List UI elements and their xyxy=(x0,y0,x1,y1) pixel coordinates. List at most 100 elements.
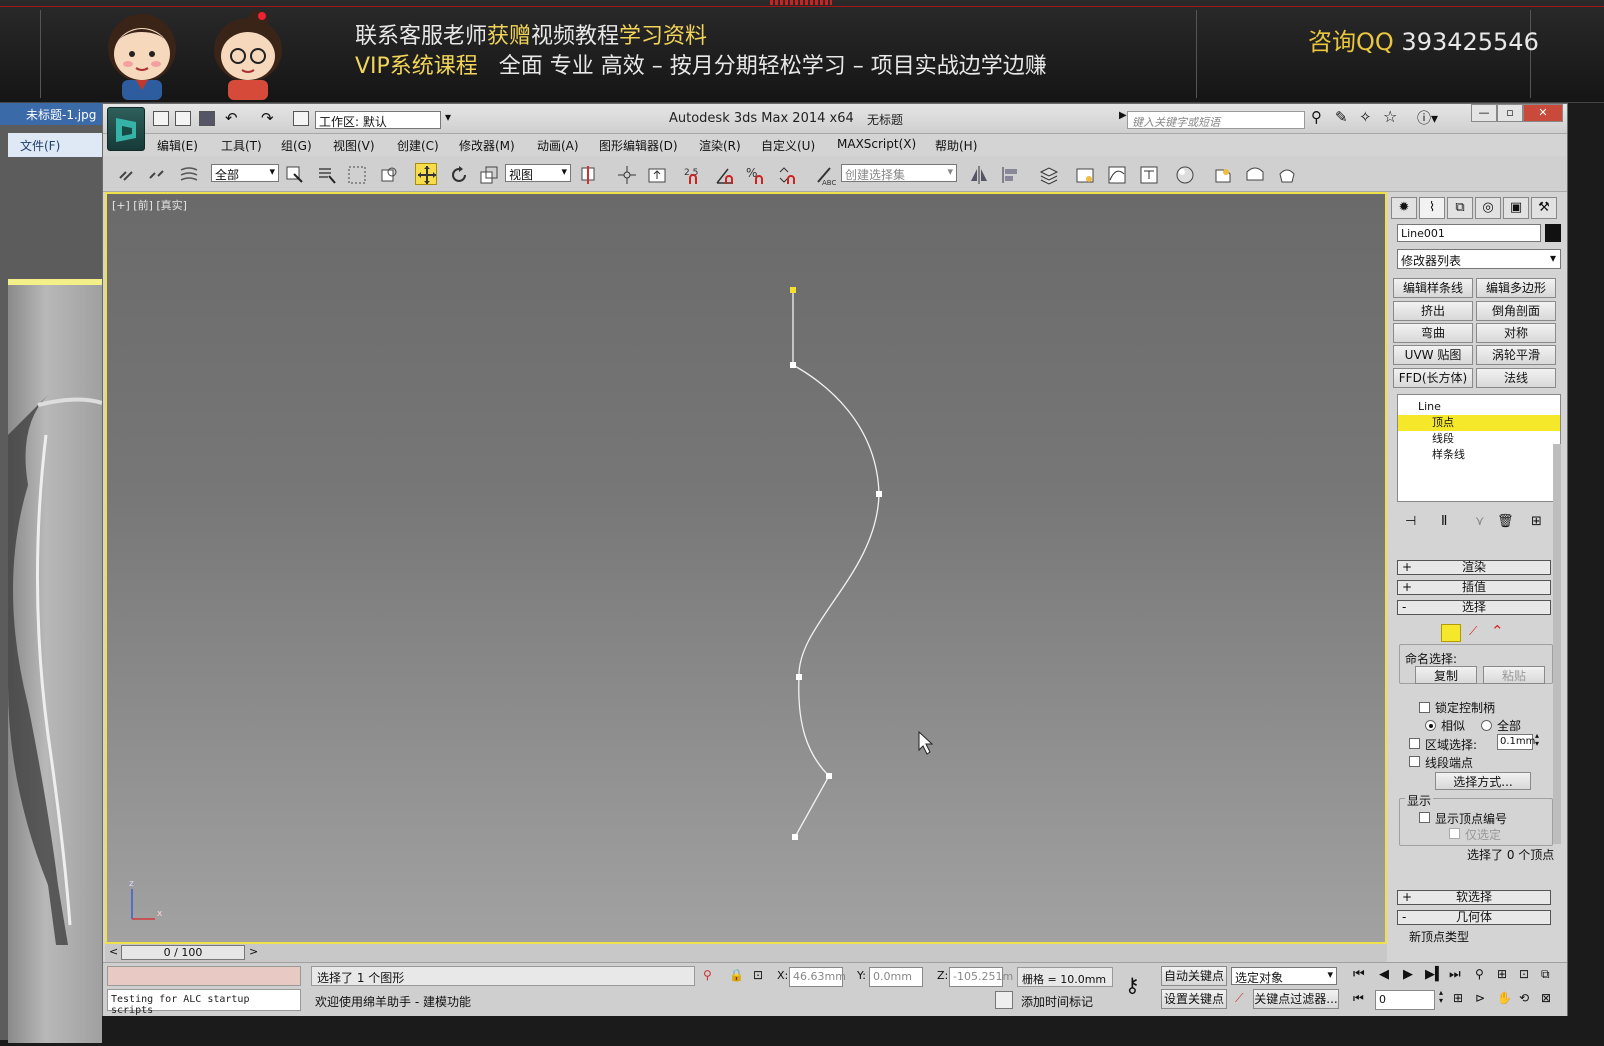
front-viewport[interactable]: [+] [前] [真实] z x xyxy=(105,192,1387,944)
select-by-button[interactable]: 选择方式... xyxy=(1435,772,1531,790)
orbit-icon[interactable]: ⟲ xyxy=(1519,991,1529,1005)
time-prev-icon[interactable]: < xyxy=(109,945,118,958)
render-setup-icon[interactable] xyxy=(1211,163,1233,185)
curve-editor-icon[interactable] xyxy=(1105,163,1127,185)
zoom-extents-icon[interactable]: ⊡ xyxy=(1519,967,1529,981)
snaps-toggle-icon[interactable]: 2.5 xyxy=(681,163,703,185)
rendered-frame-window-icon[interactable] xyxy=(1243,163,1265,185)
make-unique-icon[interactable]: ⋎ xyxy=(1475,514,1485,529)
menu-graph-editors[interactable]: 图形编辑器(D) xyxy=(599,137,678,154)
subscription-icon[interactable]: ✧ xyxy=(1359,108,1372,126)
workspace-dropdown[interactable]: 工作区: 默认 xyxy=(315,111,441,129)
pan-icon[interactable]: ✋ xyxy=(1497,991,1512,1005)
selected-only-checkbox[interactable] xyxy=(1449,828,1460,839)
mirror-icon[interactable] xyxy=(967,163,989,185)
edit-spline-button[interactable]: 编辑样条线 xyxy=(1393,278,1473,298)
menu-rendering[interactable]: 渲染(R) xyxy=(699,137,741,154)
field-of-view-icon[interactable]: ⊳ xyxy=(1475,991,1485,1005)
copy-button[interactable]: 复制 xyxy=(1415,666,1477,684)
current-frame-input[interactable]: 0 xyxy=(1375,990,1435,1010)
bevel-profile-button[interactable]: 倒角剖面 xyxy=(1476,301,1556,321)
key-mode-dropdown[interactable]: 选定对象 xyxy=(1231,967,1337,985)
help-icon[interactable]: ⓘ▾ xyxy=(1417,108,1438,128)
object-name-field[interactable]: Line001 xyxy=(1397,224,1541,242)
stack-item-segment[interactable]: 线段 xyxy=(1398,431,1560,447)
bg-window-file-menu[interactable]: 文件(F) xyxy=(8,133,102,157)
goto-end-icon[interactable]: ⏭ xyxy=(1449,967,1461,982)
app-menu-button[interactable] xyxy=(107,107,145,151)
named-selection-set-dropdown[interactable]: 创建选择集 xyxy=(841,164,957,182)
area-selection-spinner[interactable]: ▴ ▾ xyxy=(1535,732,1539,748)
segment-end-checkbox[interactable] xyxy=(1409,756,1420,767)
create-tab-icon[interactable]: ✹ xyxy=(1391,197,1417,219)
redo-icon[interactable]: ↷ xyxy=(261,109,274,127)
selection-filter-dropdown[interactable]: 全部 xyxy=(211,164,279,182)
bend-button[interactable]: 弯曲 xyxy=(1393,323,1473,343)
save-icon[interactable] xyxy=(199,111,215,126)
unlink-icon[interactable] xyxy=(145,163,167,185)
keyboard-shortcut-override-icon[interactable] xyxy=(645,163,667,185)
pin-stack-icon[interactable]: ⊣ xyxy=(1405,514,1416,529)
time-config-icon[interactable]: ⊞ xyxy=(1453,991,1463,1005)
rollout-rendering[interactable]: + 渲染 xyxy=(1397,560,1551,575)
link-icon[interactable] xyxy=(115,163,137,185)
undo-icon[interactable]: ↶ xyxy=(225,109,238,127)
paste-button[interactable]: 粘贴 xyxy=(1483,666,1545,684)
zoom-extents-all-icon[interactable]: ⧉ xyxy=(1541,967,1550,982)
goto-start-icon[interactable]: ⏮ xyxy=(1353,967,1365,982)
all-radio[interactable] xyxy=(1481,720,1492,731)
binoculars-icon[interactable]: ⚲ xyxy=(1311,108,1322,126)
angle-snap-icon[interactable] xyxy=(713,163,735,185)
rollout-interpolation[interactable]: + 插值 xyxy=(1397,580,1551,595)
select-object-icon[interactable] xyxy=(283,163,305,185)
z-coordinate-input[interactable]: -105.251m xyxy=(949,967,1013,987)
auto-key-button[interactable]: 自动关键点 xyxy=(1161,966,1227,986)
menu-maxscript[interactable]: MAXScript(X) xyxy=(837,137,916,151)
menu-create[interactable]: 创建(C) xyxy=(397,137,439,154)
communication-icon[interactable]: ✎ xyxy=(1335,108,1348,126)
configure-modifier-sets-icon[interactable]: ⊞ xyxy=(1531,514,1542,529)
new-file-icon[interactable] xyxy=(153,111,169,126)
window-crossing-icon[interactable] xyxy=(377,163,399,185)
select-by-name-icon[interactable] xyxy=(315,163,337,185)
edit-poly-button[interactable]: 编辑多边形 xyxy=(1476,278,1556,298)
command-panel-scrollbar[interactable] xyxy=(1553,444,1561,844)
selection-lock-icon[interactable]: 🔒 xyxy=(729,968,744,982)
time-tag-icon[interactable] xyxy=(995,991,1013,1009)
modify-tab-icon[interactable]: ⌇ xyxy=(1419,197,1445,219)
favorites-star-icon[interactable]: ☆ xyxy=(1383,107,1397,126)
rollout-selection[interactable]: - 选择 xyxy=(1397,600,1551,615)
normal-button[interactable]: 法线 xyxy=(1476,368,1556,388)
menu-edit[interactable]: 编辑(E) xyxy=(157,137,198,154)
stack-item-line[interactable]: Line xyxy=(1398,399,1560,415)
hierarchy-tab-icon[interactable]: ⧉ xyxy=(1447,197,1473,219)
vertex-mode-icon[interactable] xyxy=(1441,624,1461,642)
menu-tools[interactable]: 工具(T) xyxy=(221,137,262,154)
align-icon[interactable] xyxy=(999,163,1021,185)
play-icon[interactable]: ▶ xyxy=(1403,967,1413,982)
isolate-selection-icon[interactable]: ⚲ xyxy=(703,968,712,982)
render-production-icon[interactable] xyxy=(1275,163,1297,185)
project-folder-icon[interactable] xyxy=(293,111,309,126)
motion-tab-icon[interactable]: ◎ xyxy=(1475,197,1501,219)
show-end-result-icon[interactable]: Ⅱ xyxy=(1441,514,1447,529)
add-time-tag[interactable]: 添加时间标记 xyxy=(1021,993,1093,1010)
remove-modifier-icon[interactable]: 🗑 xyxy=(1497,514,1514,529)
edit-named-selection-icon[interactable]: ABC xyxy=(813,163,836,187)
schematic-view-icon[interactable] xyxy=(1137,163,1159,185)
key-mode-toggle-icon[interactable]: ⏮ xyxy=(1353,991,1364,1006)
percent-snap-icon[interactable]: % xyxy=(743,163,765,185)
y-coordinate-input[interactable]: 0.0mm xyxy=(869,967,923,987)
minimize-button[interactable]: — xyxy=(1471,104,1497,122)
area-selection-checkbox[interactable] xyxy=(1409,738,1420,749)
scene-explorer-icon[interactable] xyxy=(1073,163,1095,185)
key-tangent-icon[interactable]: ⟋ xyxy=(1235,991,1243,1006)
reference-coordinate-dropdown[interactable]: 视图 xyxy=(505,164,571,182)
zoom-all-icon[interactable]: ⊞ xyxy=(1497,967,1507,981)
modifier-list-dropdown[interactable]: 修改器列表 xyxy=(1397,249,1561,269)
quick-access-dropdown-icon[interactable]: ▾ xyxy=(445,110,451,124)
symmetry-button[interactable]: 对称 xyxy=(1476,323,1556,343)
rollout-soft-selection[interactable]: + 软选择 xyxy=(1397,890,1551,905)
turbosmooth-button[interactable]: 涡轮平滑 xyxy=(1476,345,1556,365)
segment-mode-icon[interactable]: ⟋ xyxy=(1469,624,1477,639)
